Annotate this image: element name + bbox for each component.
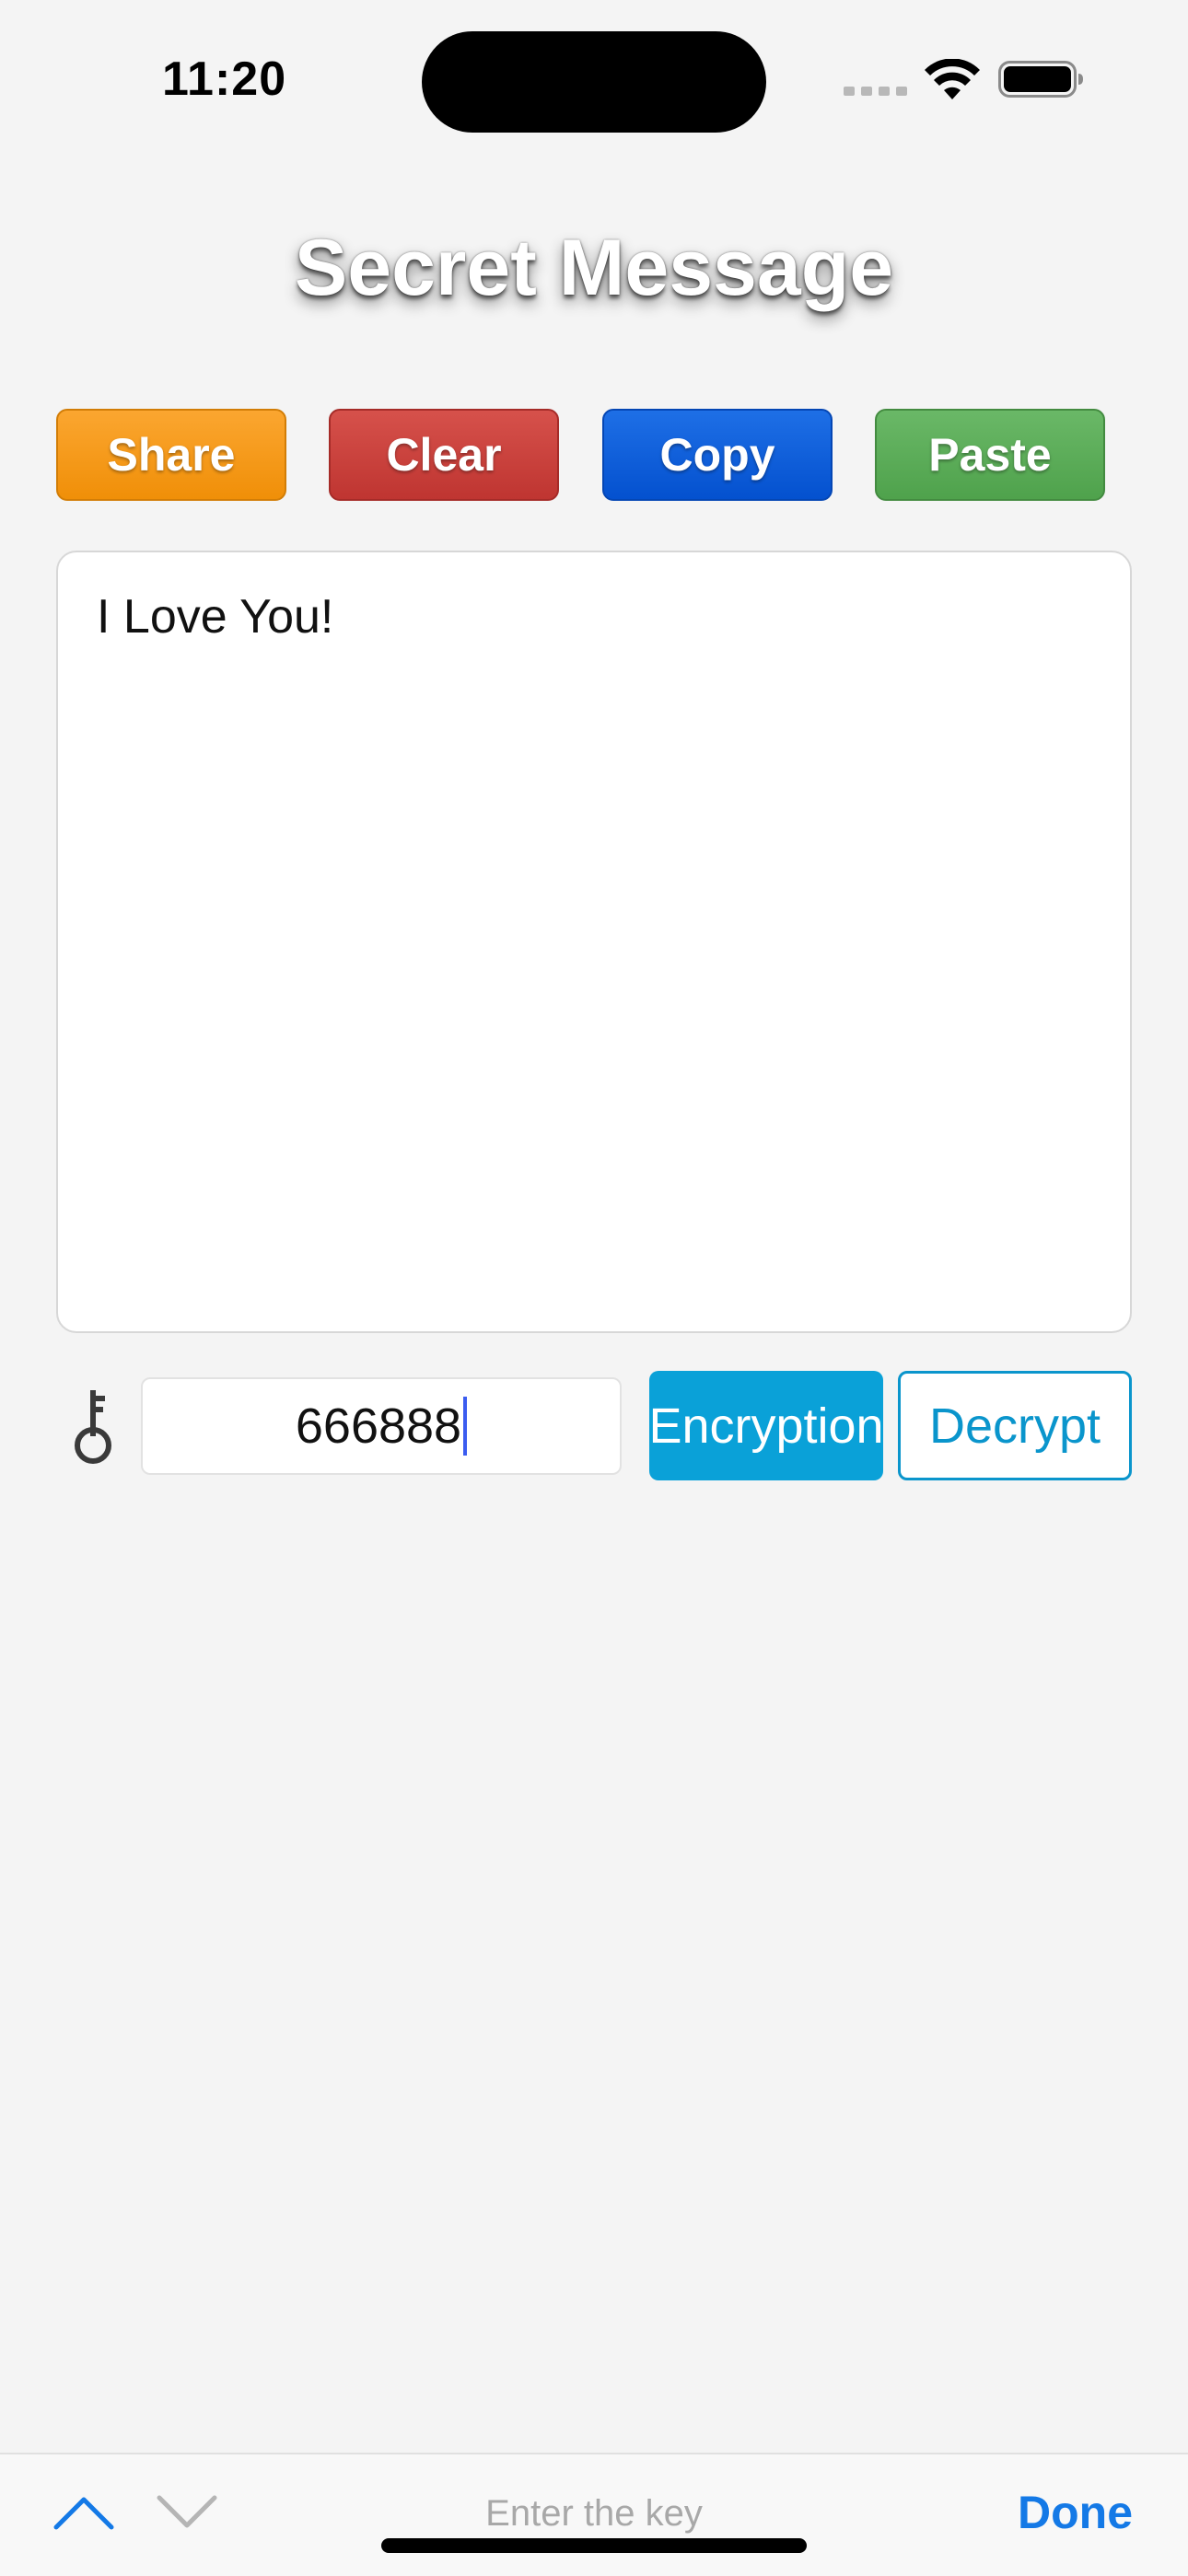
battery-icon: [998, 61, 1083, 98]
share-button[interactable]: Share: [56, 409, 286, 501]
key-input-value: 666888: [295, 1398, 462, 1454]
cellular-signal-icon: [844, 87, 908, 96]
decrypt-button[interactable]: Decrypt: [898, 1371, 1132, 1480]
clear-button[interactable]: Clear: [329, 409, 559, 501]
paste-button[interactable]: Paste: [875, 409, 1105, 501]
keyboard-toolbar: Enter the key Done: [0, 2453, 1188, 2576]
key-input[interactable]: 666888: [141, 1377, 622, 1475]
dynamic-island: [422, 31, 766, 133]
key-icon: [75, 1390, 111, 1464]
done-button[interactable]: Done: [1018, 2486, 1133, 2539]
message-textarea[interactable]: I Love You!: [56, 551, 1132, 1333]
page-title: Secret Message: [294, 224, 894, 312]
toolbar-hint: Enter the key: [485, 2493, 703, 2534]
wifi-icon: [925, 59, 980, 99]
status-icons: [840, 59, 1089, 99]
status-time: 11:20: [162, 52, 287, 106]
text-caret: [463, 1397, 468, 1456]
message-text: I Love You!: [97, 590, 334, 644]
encryption-button[interactable]: Encryption: [648, 1371, 884, 1480]
home-indicator: [381, 2538, 807, 2553]
copy-button[interactable]: Copy: [602, 409, 833, 501]
